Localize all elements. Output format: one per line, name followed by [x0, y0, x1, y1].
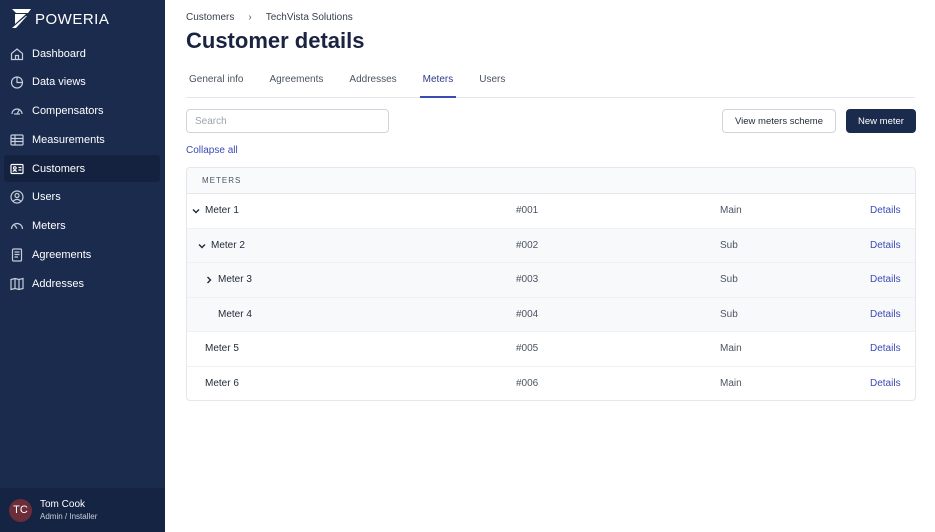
tab-agreements[interactable]: Agreements	[266, 66, 326, 98]
meter-code: #002	[516, 239, 539, 251]
meter-name: Meter 4	[218, 308, 252, 320]
sidebar-item-compensators[interactable]: Compensators	[4, 98, 160, 125]
details-link[interactable]: Details	[870, 240, 901, 251]
poweria-logo-icon	[12, 9, 31, 28]
main-content: Customers › TechVista Solutions Customer…	[165, 0, 935, 532]
sidebar-item-dashboard[interactable]: Dashboard	[4, 40, 160, 67]
sidebar-item-label: Data views	[32, 76, 86, 89]
sidebar-item-label: Agreements	[32, 248, 92, 261]
user-role: Admin / Installer	[40, 512, 98, 521]
sidebar-item-users[interactable]: Users	[4, 184, 160, 211]
page-title: Customer details	[186, 28, 365, 53]
tabs: General info Agreements Addresses Meters…	[186, 66, 915, 98]
chevron-down-icon[interactable]	[197, 241, 207, 251]
breadcrumb-customers[interactable]: Customers	[186, 12, 234, 23]
sidebar-item-meters[interactable]: Meters	[4, 213, 160, 240]
document-icon	[11, 248, 23, 262]
table-icon	[10, 134, 24, 146]
details-link[interactable]: Details	[870, 343, 901, 354]
avatar: TC	[9, 498, 32, 522]
meter-name: Meter 6	[205, 377, 239, 389]
sidebar-nav: Dashboard Data views Compensators Measur…	[4, 40, 160, 299]
sidebar-item-customers[interactable]: Customers	[4, 155, 160, 182]
search-input[interactable]	[186, 109, 389, 133]
meter-name: Meter 3	[218, 274, 252, 285]
collapse-all-link[interactable]: Collapse all	[186, 145, 238, 156]
breadcrumb: Customers › TechVista Solutions	[186, 12, 353, 23]
table-row: Meter 2 #002 Sub Details	[187, 228, 915, 263]
table-header: METERS	[187, 168, 915, 194]
home-icon	[10, 47, 24, 60]
details-link[interactable]: Details	[870, 205, 901, 216]
user-profile[interactable]: TC Tom Cook Admin / Installer	[0, 488, 165, 532]
user-info: Tom Cook Admin / Installer	[40, 499, 97, 521]
tab-general-info[interactable]: General info	[186, 66, 246, 98]
meter-code: #001	[516, 205, 539, 216]
table-row: Meter 3 #003 Sub Details	[187, 263, 915, 298]
map-icon	[10, 277, 24, 290]
meter-type: Sub	[720, 274, 738, 285]
meter-code: #005	[516, 343, 539, 354]
table-row: Meter 1 #001 Main Details	[187, 194, 915, 229]
sidebar-item-label: Addresses	[32, 277, 84, 290]
sidebar: POWERIA Dashboard Data views Compensator…	[0, 0, 165, 532]
new-meter-button[interactable]: New meter	[846, 109, 916, 133]
sidebar-item-label: Customers	[32, 162, 86, 175]
sidebar-item-label: Compensators	[32, 105, 104, 117]
sidebar-item-label: Users	[32, 191, 61, 204]
sidebar-item-agreements[interactable]: Agreements	[4, 241, 160, 268]
tab-meters[interactable]: Meters	[419, 66, 457, 98]
sidebar-item-label: Dashboard	[32, 47, 86, 60]
meters-table: METERS Meter 1 #001 Main Details Meter 2…	[186, 167, 916, 401]
sidebar-item-label: Meters	[32, 220, 66, 232]
table-row: Meter 5 #005 Main Details	[187, 332, 915, 367]
tab-addresses[interactable]: Addresses	[346, 66, 399, 98]
meter-name: Meter 1	[205, 205, 239, 216]
column-header-meters: METERS	[202, 176, 242, 185]
table-row: Meter 6 #006 Main Details	[187, 367, 915, 401]
chevron-down-icon[interactable]	[191, 206, 201, 216]
id-card-icon	[10, 163, 24, 174]
tab-users[interactable]: Users	[476, 66, 508, 98]
sidebar-item-data-views[interactable]: Data views	[4, 69, 160, 96]
meter-code: #003	[516, 274, 539, 285]
breadcrumb-customer[interactable]: TechVista Solutions	[266, 12, 353, 23]
pie-chart-icon	[10, 76, 24, 89]
meter-code: #004	[516, 308, 539, 320]
gauge-icon	[11, 108, 23, 115]
user-name: Tom Cook	[40, 499, 86, 510]
brand-name: POWERIA	[35, 10, 110, 28]
meter-name: Meter 2	[211, 239, 245, 251]
meter-code: #006	[516, 377, 539, 389]
meter-type: Main	[720, 205, 742, 216]
view-meters-scheme-button[interactable]: View meters scheme	[722, 109, 836, 133]
sidebar-item-measurements[interactable]: Measurements	[4, 126, 160, 153]
details-link[interactable]: Details	[870, 378, 901, 389]
speedometer-icon	[10, 222, 24, 230]
chevron-right-icon[interactable]	[204, 275, 214, 285]
chevron-right-icon: ›	[248, 12, 252, 23]
sidebar-item-addresses[interactable]: Addresses	[4, 270, 160, 297]
logo[interactable]: POWERIA	[9, 8, 109, 30]
details-link[interactable]: Details	[870, 274, 901, 285]
meter-name: Meter 5	[205, 343, 239, 354]
sidebar-item-label: Measurements	[32, 133, 105, 146]
table-row: Meter 4 #004 Sub Details	[187, 297, 915, 332]
user-icon	[10, 190, 24, 204]
meter-type: Sub	[720, 308, 738, 320]
meter-type: Sub	[720, 239, 738, 251]
meter-type: Main	[720, 377, 742, 389]
details-link[interactable]: Details	[870, 309, 901, 320]
meter-type: Main	[720, 343, 742, 354]
